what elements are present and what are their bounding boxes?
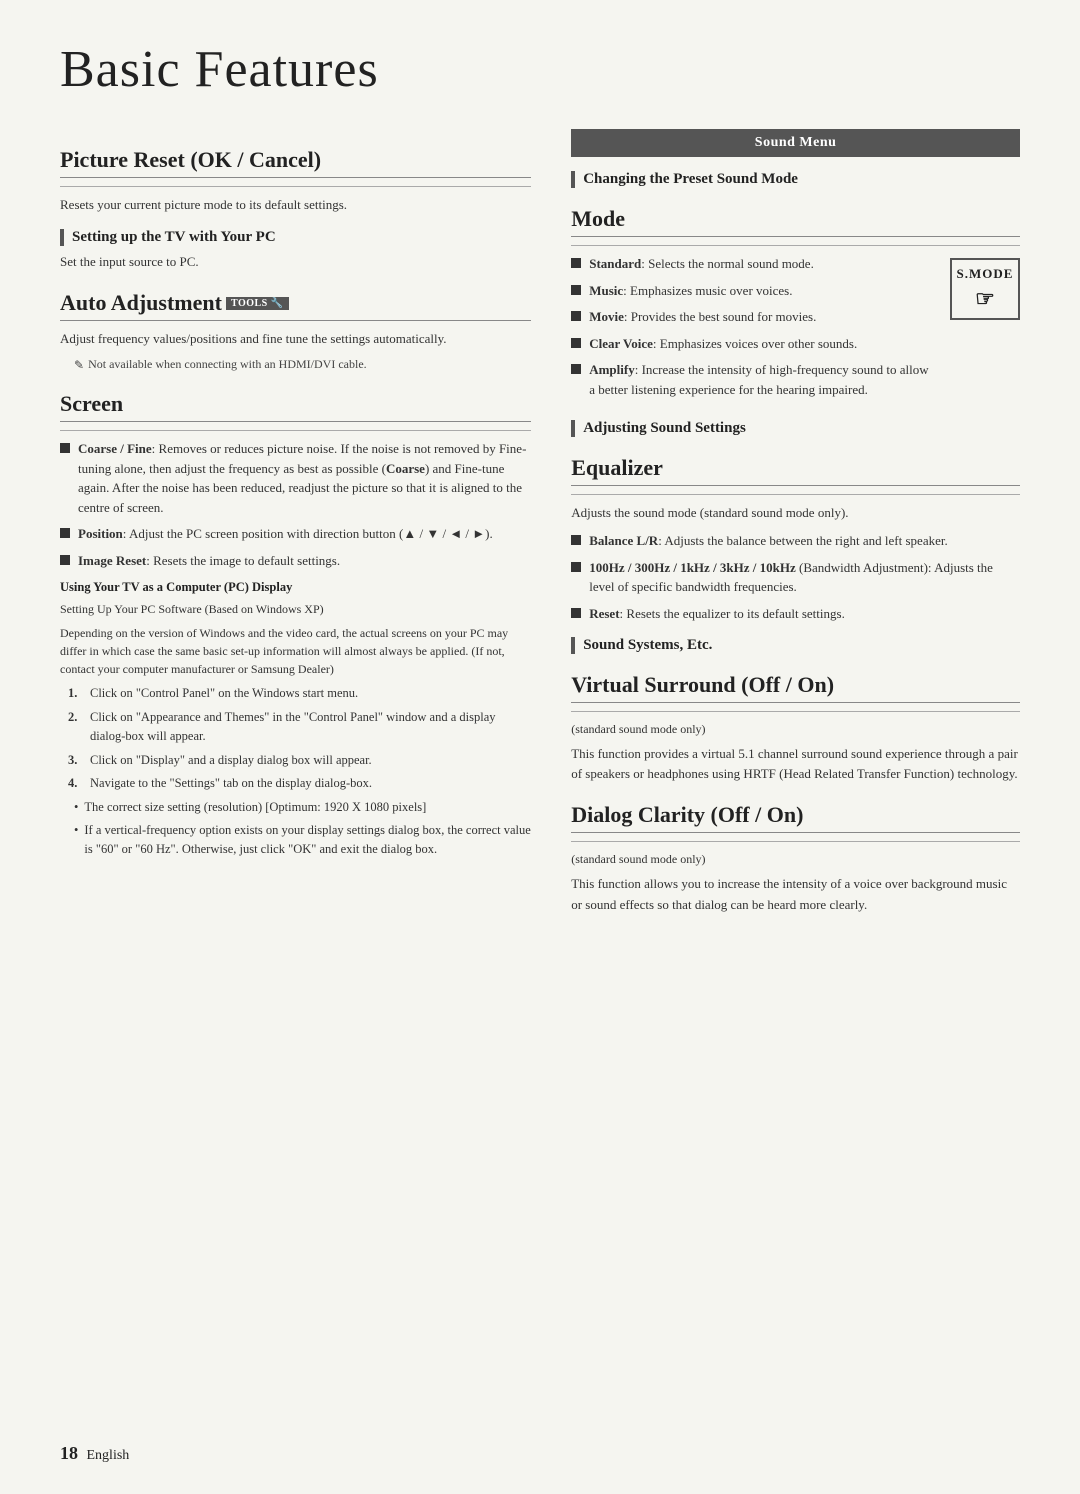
mode-row: Standard: Selects the normal sound mode.… <box>571 254 1020 406</box>
page-number: 18 <box>60 1443 78 1463</box>
bullet-icon <box>571 338 581 348</box>
bullet-icon <box>571 562 581 572</box>
page-number-area: 18 English <box>60 1443 129 1464</box>
bullet-icon <box>60 528 70 538</box>
tools-badge: TOOLS 🔧 <box>226 297 289 310</box>
pc-display-intro: Setting Up Your PC Software (Based on Wi… <box>60 600 531 618</box>
page-title: Basic Features <box>60 40 1020 99</box>
note-icon: ✎ <box>74 358 84 373</box>
page-language: English <box>87 1448 130 1463</box>
mode-title: Mode <box>571 206 1020 237</box>
smode-label: S.MODE <box>957 266 1014 282</box>
bullet-bandwidth: 100Hz / 300Hz / 1kHz / 3kHz / 10kHz (Ban… <box>571 558 1020 597</box>
pc-display-body: Depending on the version of Windows and … <box>60 624 531 678</box>
bullet-image-reset: Image Reset: Resets the image to default… <box>60 551 531 571</box>
bullet-balance: Balance L/R: Adjusts the balance between… <box>571 531 1020 551</box>
dialog-clarity-body: This function allows you to increase the… <box>571 874 1020 914</box>
pc-display-subsection: Using Your TV as a Computer (PC) Display… <box>60 580 531 858</box>
page: Basic Features Picture Reset (OK / Cance… <box>0 0 1080 1494</box>
dialog-clarity-title: Dialog Clarity (Off / On) <box>571 802 1020 833</box>
bullet-icon <box>571 608 581 618</box>
bullet-coarse-fine: Coarse / Fine: Removes or reduces pictur… <box>60 439 531 517</box>
bullet-music: Music: Emphasizes music over voices. <box>571 281 934 301</box>
setting-up-tv-body: Set the input source to PC. <box>60 252 531 272</box>
bullet-icon <box>571 364 581 374</box>
auto-adjustment-body: Adjust frequency values/positions and fi… <box>60 329 531 349</box>
dialog-clarity-section: Dialog Clarity (Off / On) (standard soun… <box>571 802 1020 914</box>
equalizer-body: Adjusts the sound mode (standard sound m… <box>571 503 1020 523</box>
virtual-surround-title: Virtual Surround (Off / On) <box>571 672 1020 703</box>
auto-adjustment-note: ✎ Not available when connecting with an … <box>74 357 531 373</box>
smode-hand-icon: ☞ <box>975 286 995 312</box>
bullet-movie: Movie: Provides the best sound for movie… <box>571 307 934 327</box>
virtual-surround-section: Virtual Surround (Off / On) (standard so… <box>571 672 1020 784</box>
numbered-item-1: 1. Click on "Control Panel" on the Windo… <box>68 684 531 703</box>
left-column: Picture Reset (OK / Cancel) Resets your … <box>60 129 531 923</box>
bullet-clear-voice: Clear Voice: Emphasizes voices over othe… <box>571 334 934 354</box>
setting-up-tv-section: Setting up the TV with Your PC Set the i… <box>60 229 531 272</box>
bullet-icon <box>571 285 581 295</box>
bullet-icon <box>571 311 581 321</box>
auto-adjustment-title: Auto Adjustment TOOLS 🔧 <box>60 290 531 321</box>
numbered-list: 1. Click on "Control Panel" on the Windo… <box>68 684 531 793</box>
two-column-layout: Picture Reset (OK / Cancel) Resets your … <box>60 129 1020 923</box>
picture-reset-body: Resets your current picture mode to its … <box>60 195 531 215</box>
bullet-amplify: Amplify: Increase the intensity of high-… <box>571 360 934 399</box>
numbered-item-2: 2. Click on "Appearance and Themes" in t… <box>68 708 531 746</box>
mode-section: Mode Standard: Selects the normal sound … <box>571 206 1020 406</box>
virtual-surround-body: This function provides a virtual 5.1 cha… <box>571 744 1020 784</box>
changing-preset-title: Changing the Preset Sound Mode <box>571 171 1020 188</box>
screen-title: Screen <box>60 391 531 422</box>
dot-item-1: • The correct size setting (resolution) … <box>74 798 531 817</box>
dot-item-2: • If a vertical-frequency option exists … <box>74 821 531 859</box>
right-column: Sound Menu Changing the Preset Sound Mod… <box>571 129 1020 923</box>
sound-systems-section: Sound Systems, Etc. <box>571 637 1020 654</box>
auto-adjustment-section: Auto Adjustment TOOLS 🔧 Adjust frequency… <box>60 290 531 373</box>
bullet-icon <box>571 535 581 545</box>
equalizer-title: Equalizer <box>571 455 1020 486</box>
picture-reset-section: Picture Reset (OK / Cancel) Resets your … <box>60 147 531 215</box>
picture-reset-title: Picture Reset (OK / Cancel) <box>60 147 531 178</box>
changing-preset-section: Changing the Preset Sound Mode <box>571 171 1020 188</box>
setting-up-tv-title: Setting up the TV with Your PC <box>60 229 531 246</box>
pc-display-title: Using Your TV as a Computer (PC) Display <box>60 580 531 595</box>
bullet-position: Position: Adjust the PC screen position … <box>60 524 531 544</box>
adjusting-sound-title: Adjusting Sound Settings <box>571 420 1020 437</box>
bullet-icon <box>60 555 70 565</box>
smode-box: S.MODE ☞ <box>950 258 1020 320</box>
bullet-icon <box>60 443 70 453</box>
screen-section: Screen Coarse / Fine: Removes or reduces… <box>60 391 531 858</box>
bullet-reset-eq: Reset: Resets the equalizer to its defau… <box>571 604 1020 624</box>
bullet-icon <box>571 258 581 268</box>
bullet-standard: Standard: Selects the normal sound mode. <box>571 254 934 274</box>
virtual-surround-subtitle: (standard sound mode only) <box>571 720 1020 738</box>
mode-bullets: Standard: Selects the normal sound mode.… <box>571 254 934 406</box>
dialog-clarity-subtitle: (standard sound mode only) <box>571 850 1020 868</box>
numbered-item-3: 3. Click on "Display" and a display dial… <box>68 751 531 770</box>
numbered-item-4: 4. Navigate to the "Settings" tab on the… <box>68 774 531 793</box>
sound-menu-bar: Sound Menu <box>571 129 1020 157</box>
sound-systems-title: Sound Systems, Etc. <box>571 637 1020 654</box>
dot-list: • The correct size setting (resolution) … <box>74 798 531 858</box>
equalizer-section: Equalizer Adjusts the sound mode (standa… <box>571 455 1020 623</box>
adjusting-sound-section: Adjusting Sound Settings <box>571 420 1020 437</box>
